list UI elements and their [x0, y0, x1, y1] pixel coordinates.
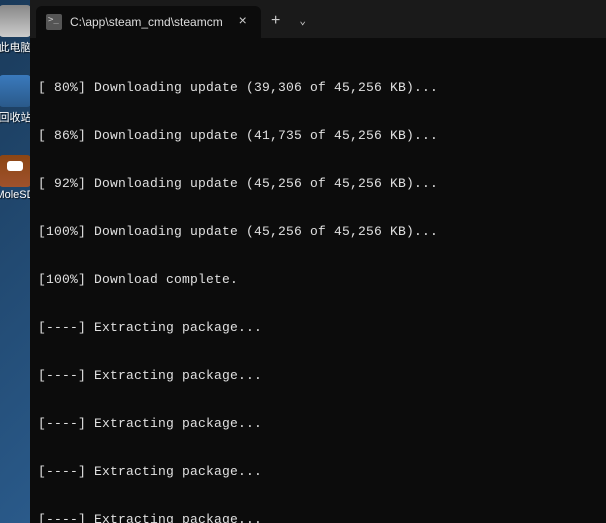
desktop-icon-label: 此电脑 [0, 39, 30, 55]
desktop-icon-pc[interactable]: 此电脑 [0, 0, 30, 55]
terminal-line: [----] Extracting package... [38, 320, 604, 336]
terminal-line: [ 80%] Downloading update (39,306 of 45,… [38, 80, 604, 96]
window-titlebar: C:\app\steam_cmd\steamcm × + ⌄ [30, 0, 606, 38]
terminal-line: [100%] Downloading update (45,256 of 45,… [38, 224, 604, 240]
desktop-icon-label: MoleSD [0, 189, 30, 201]
pc-icon [0, 5, 30, 37]
new-tab-button[interactable]: + [261, 6, 291, 36]
terminal-line: [ 86%] Downloading update (41,735 of 45,… [38, 128, 604, 144]
terminal-line: [----] Extracting package... [38, 512, 604, 523]
terminal-tab[interactable]: C:\app\steam_cmd\steamcm × [36, 6, 261, 38]
terminal-output[interactable]: [ 80%] Downloading update (39,306 of 45,… [30, 38, 606, 523]
terminal-line: [----] Extracting package... [38, 368, 604, 384]
recycle-bin-icon [0, 75, 30, 107]
desktop-icon-moles[interactable]: MoleSD [0, 155, 30, 201]
tab-dropdown-button[interactable]: ⌄ [291, 6, 315, 36]
app-icon [0, 155, 30, 187]
desktop-background-strip: 此电脑 回收站 MoleSD [0, 0, 30, 523]
terminal-window: C:\app\steam_cmd\steamcm × + ⌄ [ 80%] Do… [30, 0, 606, 523]
terminal-line: [----] Extracting package... [38, 464, 604, 480]
desktop-icon-label: 回收站 [0, 109, 30, 125]
tab-title: C:\app\steam_cmd\steamcm [70, 15, 223, 29]
terminal-line: [ 92%] Downloading update (45,256 of 45,… [38, 176, 604, 192]
close-tab-button[interactable]: × [235, 14, 251, 30]
terminal-icon [46, 14, 62, 30]
terminal-line: [100%] Download complete. [38, 272, 604, 288]
desktop-icon-recycle[interactable]: 回收站 [0, 75, 30, 125]
terminal-line: [----] Extracting package... [38, 416, 604, 432]
